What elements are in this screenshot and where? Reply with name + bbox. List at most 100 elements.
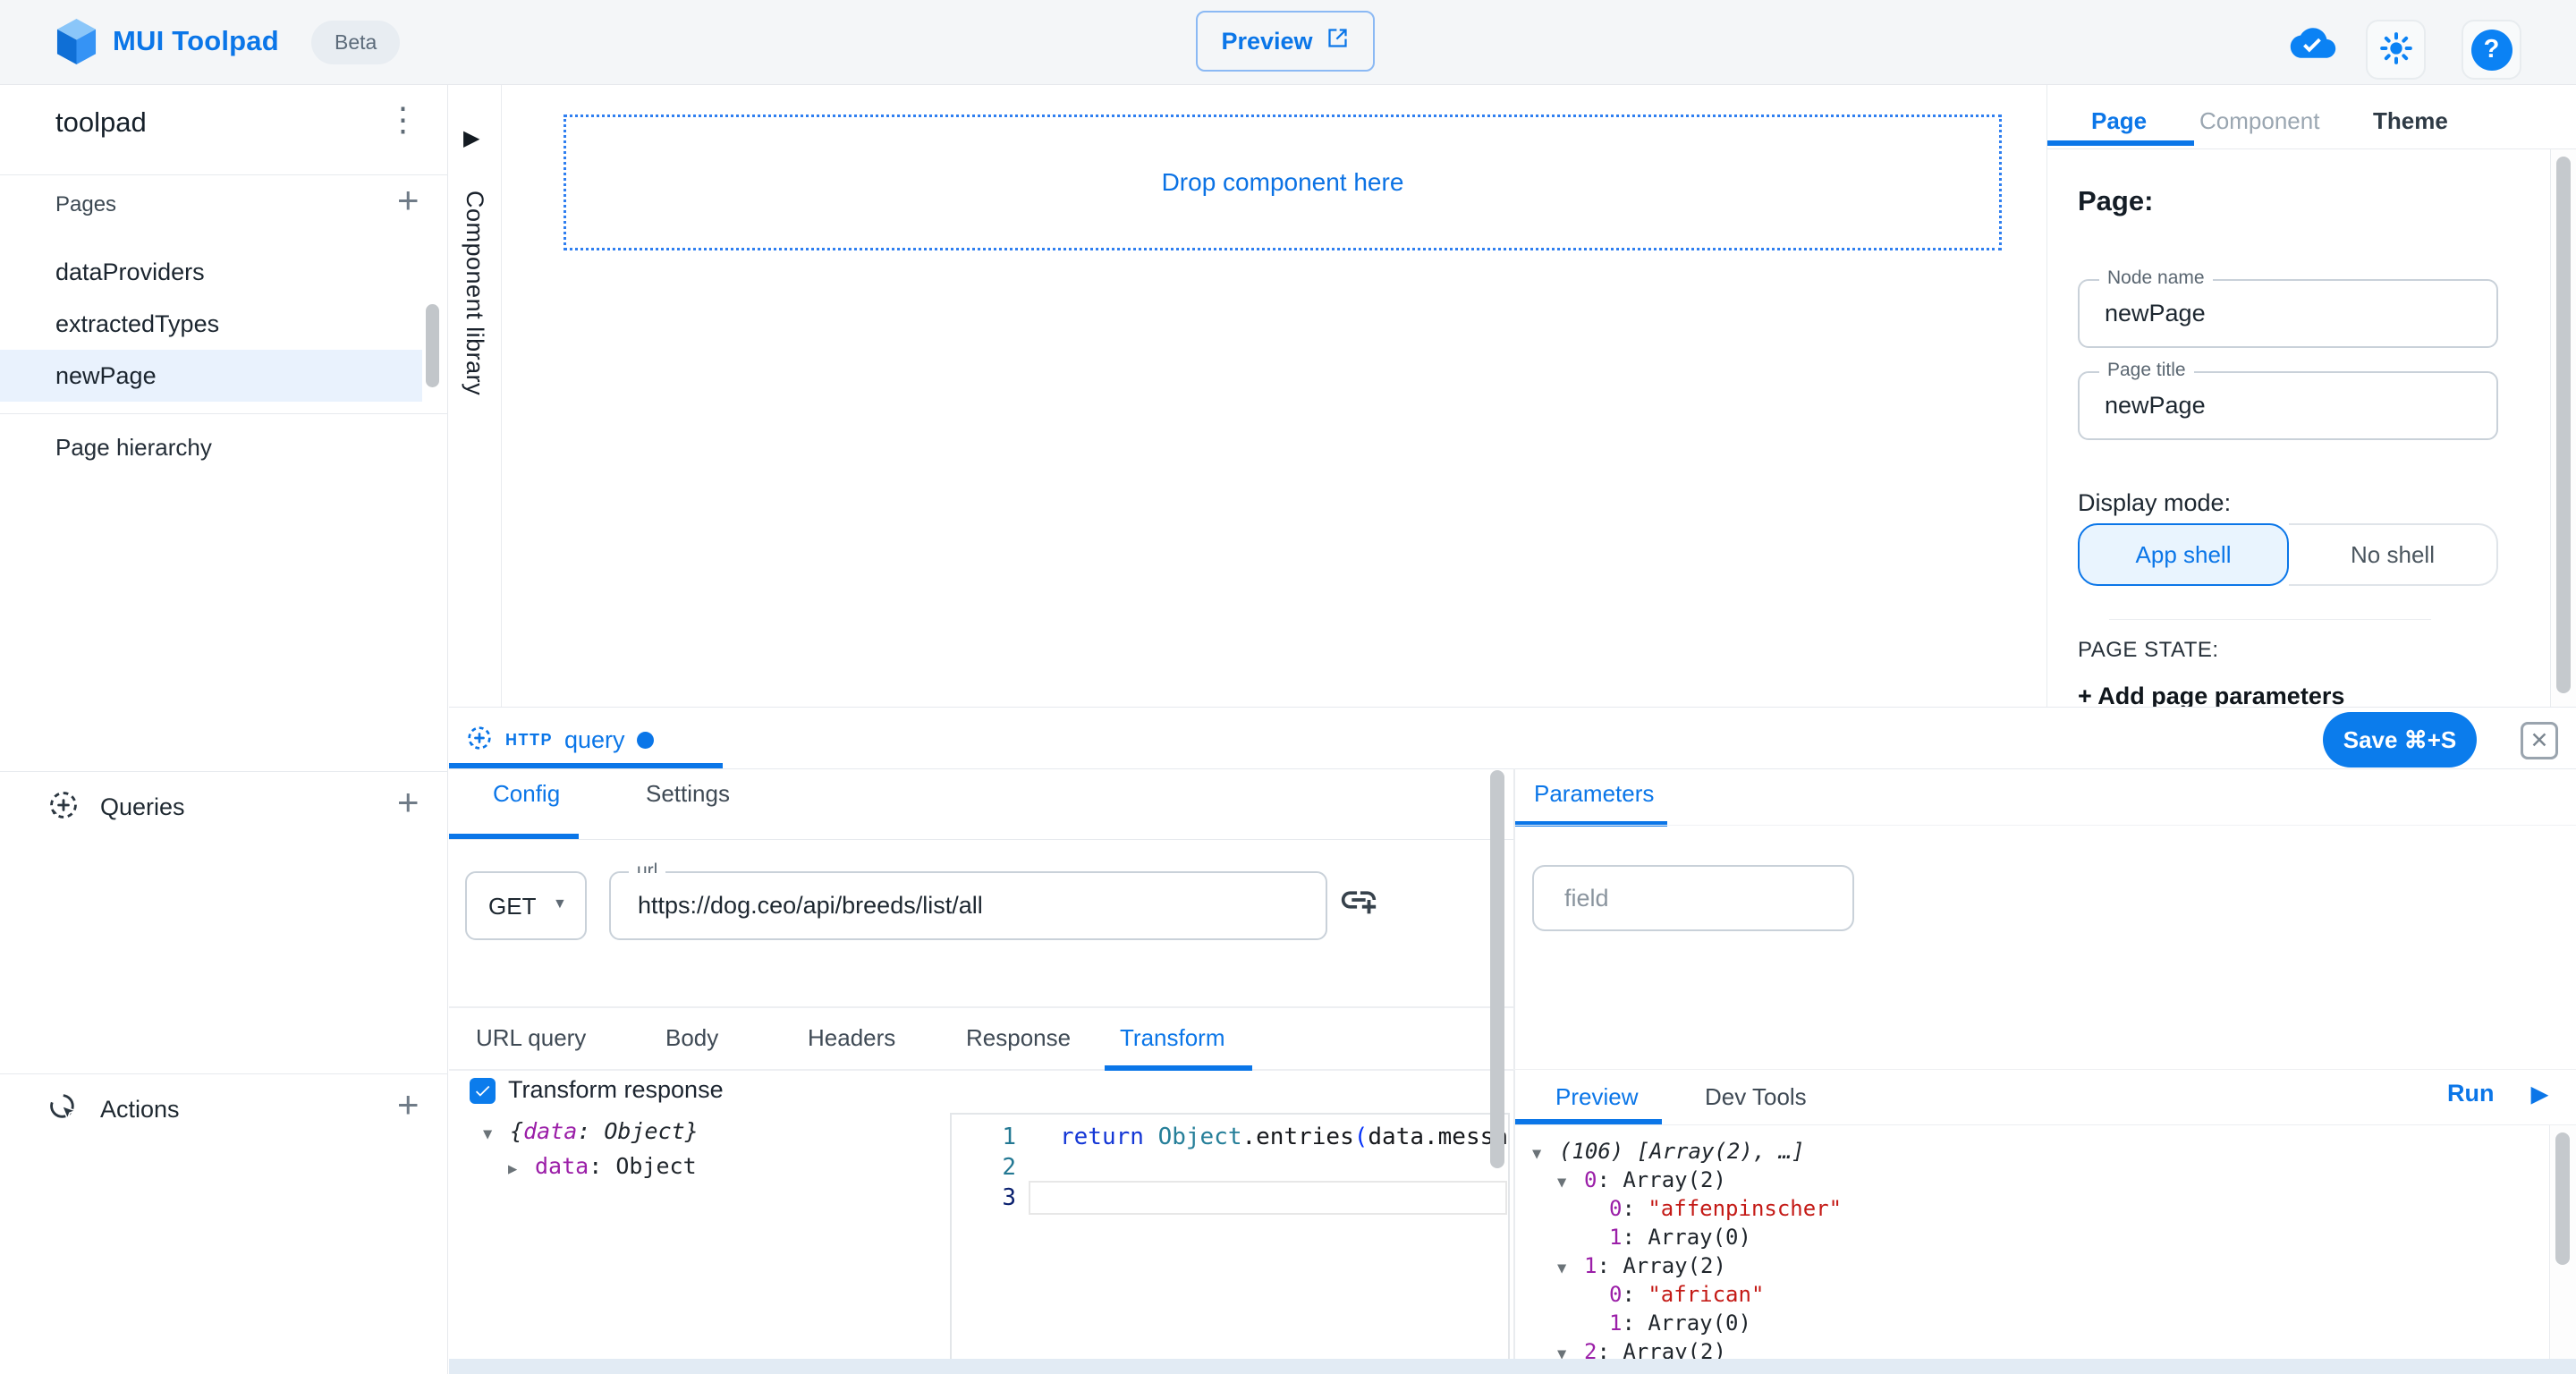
result-scroll-thumb[interactable] (2555, 1132, 2570, 1265)
queries-icon (47, 788, 80, 827)
tree-row[interactable]: ▼1: Array(2) (1532, 1253, 2534, 1282)
app-shell-option[interactable]: App shell (2078, 523, 2289, 586)
tree-row[interactable]: ▼{data: Object} (483, 1115, 699, 1150)
help-button[interactable]: ? (2462, 20, 2521, 80)
query-name: query (564, 726, 625, 754)
tree-toggle-icon[interactable]: ▼ (1557, 1170, 1575, 1196)
tab-page[interactable]: Page (2091, 107, 2147, 135)
tab-theme[interactable]: Theme (2373, 107, 2448, 135)
tab-component[interactable]: Component (2199, 107, 2319, 135)
add-page-parameters-clipped[interactable]: + Add page parameters (2078, 683, 2498, 707)
line-number-2: 2 (962, 1154, 1016, 1181)
tree-row[interactable]: ▼0: Array(2) (1532, 1167, 2534, 1196)
query-tab[interactable]: HTTP query (465, 724, 654, 757)
tree-toggle-icon[interactable]: ▼ (1557, 1256, 1575, 1282)
sidebar-item-page-dataProviders[interactable]: dataProviders (0, 246, 422, 298)
chevron-down-icon: ▼ (553, 896, 567, 912)
http-method-value: GET (488, 893, 536, 920)
tree-row[interactable]: ▼2: Array(2) (1532, 1339, 2534, 1359)
http-badge: HTTP (505, 731, 553, 750)
scope-tree: ▼{data: Object}▶data: Object (483, 1115, 699, 1185)
open-in-new-icon (1326, 26, 1350, 56)
component-library-strip[interactable]: ▶ Component library (448, 85, 502, 708)
preview-button[interactable]: Preview (1196, 11, 1375, 72)
add-query-button[interactable]: + (397, 784, 419, 821)
transform-response-checkbox[interactable] (470, 1078, 496, 1104)
tree-indent (1582, 1199, 1600, 1225)
tree-row[interactable]: ▼(106) [Array(2), …] (1532, 1139, 2534, 1167)
expand-library-arrow-icon[interactable]: ▶ (463, 125, 479, 151)
query-editor-panel: HTTP query Save ⌘+S ✕ Config Settings GE… (449, 707, 2576, 1374)
url-input[interactable] (638, 873, 1300, 938)
light-mode-sun-icon (2378, 30, 2414, 69)
project-menu-kebab-icon[interactable]: ⋮ (386, 103, 419, 136)
tree-indent (1582, 1313, 1600, 1339)
preview-button-label: Preview (1221, 28, 1312, 55)
unsaved-changes-dot (637, 732, 654, 749)
transform-code-editor[interactable]: 1 2 3 return Object.entries(data.messag (950, 1113, 1510, 1361)
actions-section: Actions (47, 1090, 180, 1129)
http-method-select[interactable]: GET ▼ (465, 871, 587, 940)
tab-preview[interactable]: Preview (1555, 1083, 1638, 1111)
tab-headers[interactable]: Headers (808, 1024, 895, 1052)
queries-label: Queries (100, 793, 185, 821)
tree-toggle-icon[interactable]: ▼ (1557, 1342, 1575, 1359)
tree-row[interactable]: 1: Array(0) (1532, 1310, 2534, 1339)
close-panel-button[interactable]: ✕ (2521, 722, 2558, 759)
pages-scrollbar[interactable] (426, 304, 439, 387)
node-name-input[interactable] (2105, 281, 2471, 346)
tab-dev-tools[interactable]: Dev Tools (1705, 1083, 1807, 1111)
tree-row[interactable]: ▶data: Object (483, 1150, 699, 1185)
project-name: toolpad (55, 106, 147, 139)
page-hierarchy-label[interactable]: Page hierarchy (55, 434, 212, 462)
explorer-sidebar: toolpad ⋮ Pages + dataProvidersextracted… (0, 85, 448, 1374)
app-title[interactable]: MUI Toolpad (113, 25, 279, 57)
app-header: MUI Toolpad Beta Preview (0, 0, 2576, 85)
config-section-scrollbar[interactable] (1490, 770, 1504, 1168)
current-line-highlight (1029, 1181, 1507, 1215)
add-binding-link-icon[interactable] (1338, 879, 1379, 925)
actions-label: Actions (100, 1096, 180, 1124)
add-page-button[interactable]: + (397, 182, 419, 219)
result-scroll-track[interactable] (2549, 1125, 2576, 1359)
tree-toggle-icon[interactable]: ▶ (508, 1153, 526, 1185)
tree-toggle-icon[interactable]: ▼ (483, 1118, 501, 1150)
inspector-scroll-track[interactable] (2550, 149, 2576, 708)
beta-badge: Beta (311, 21, 400, 64)
tab-body[interactable]: Body (665, 1024, 718, 1052)
page-title-field[interactable]: Page title (2078, 371, 2498, 440)
drop-component-zone[interactable]: Drop component here (564, 114, 2002, 250)
tree-row[interactable]: 0: "affenpinscher" (1532, 1196, 2534, 1225)
run-play-icon: ▶ (2531, 1082, 2547, 1107)
theme-toggle-button[interactable] (2366, 20, 2426, 80)
tree-toggle-icon[interactable]: ▼ (1532, 1141, 1550, 1167)
tree-row[interactable]: 1: Array(0) (1532, 1225, 2534, 1253)
line-number-3: 3 (962, 1184, 1016, 1211)
url-field[interactable]: url (609, 871, 1327, 940)
tab-transform[interactable]: Transform (1120, 1024, 1225, 1052)
tab-response[interactable]: Response (966, 1024, 1071, 1052)
tab-settings[interactable]: Settings (646, 780, 730, 808)
no-shell-option[interactable]: No shell (2289, 523, 2498, 586)
inspector-scroll-thumb[interactable] (2556, 157, 2571, 693)
tree-row[interactable]: 0: "african" (1532, 1282, 2534, 1310)
save-button[interactable]: Save ⌘+S (2323, 712, 2477, 768)
tab-parameters[interactable]: Parameters (1534, 780, 1654, 808)
queries-section: Queries (47, 788, 185, 827)
tab-url-query[interactable]: URL query (476, 1024, 586, 1052)
sidebar-item-page-extractedTypes[interactable]: extractedTypes (0, 298, 422, 350)
close-icon: ✕ (2530, 727, 2549, 754)
drop-component-label: Drop component here (1162, 168, 1404, 197)
parameters-tab-indicator (1515, 821, 1667, 827)
add-action-button[interactable]: + (397, 1086, 419, 1124)
tab-config[interactable]: Config (493, 780, 560, 808)
mui-toolpad-logo-icon[interactable] (55, 17, 97, 71)
page-heading: Page: (2078, 185, 2153, 217)
parameter-field-input[interactable] (1564, 867, 1833, 929)
page-title-input[interactable] (2105, 373, 2471, 438)
run-button[interactable]: Run ▶ (2447, 1080, 2547, 1107)
node-name-field[interactable]: Node name (2078, 279, 2498, 348)
parameter-field[interactable] (1532, 865, 1854, 931)
sidebar-item-page-newPage[interactable]: newPage (0, 350, 422, 402)
horizontal-scrollbar-strip[interactable] (449, 1359, 2576, 1374)
